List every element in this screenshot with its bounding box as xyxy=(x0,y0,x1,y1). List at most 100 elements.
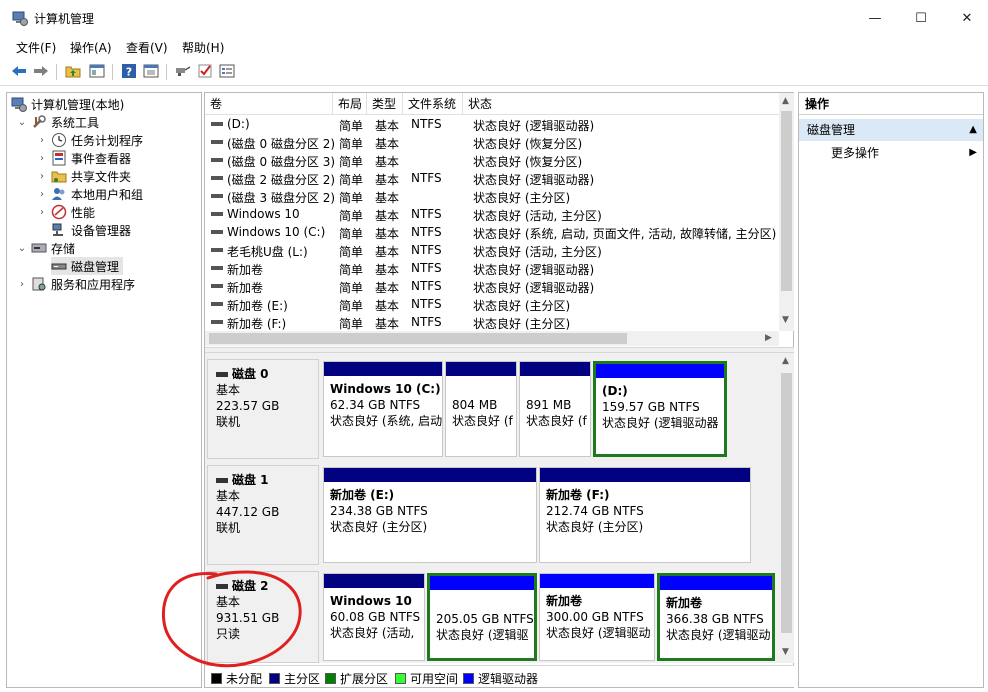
collapse-up-icon[interactable]: ▲ xyxy=(969,119,977,141)
tree-item-storage[interactable]: ⌄ 存储 xyxy=(17,239,75,257)
volume-row[interactable]: Windows 10 简单 基本 NTFS 状态良好 (活动, 主分区) xyxy=(205,205,779,223)
help-icon[interactable]: ? xyxy=(120,62,138,80)
volume-status: 状态良好 (恢复分区) xyxy=(473,155,583,169)
column-header-status[interactable]: 状态 xyxy=(463,93,779,115)
chevron-right-icon[interactable]: › xyxy=(17,279,27,290)
partition-name xyxy=(526,381,584,397)
legend-item: 逻辑驱动器 xyxy=(463,670,538,687)
partition-block[interactable]: 891 MB 状态良好 (f xyxy=(519,361,591,457)
partition-block[interactable]: 新加卷 366.38 GB NTFS 状态良好 (逻辑驱动 xyxy=(657,573,775,661)
partition-block[interactable]: 新加卷 300.00 GB NTFS 状态良好 (逻辑驱动 xyxy=(539,573,655,661)
partition-name: 新加卷 xyxy=(666,596,703,610)
tree-item-disk-management[interactable]: 磁盘管理 xyxy=(51,257,124,275)
tree-label: 本地用户和组 xyxy=(71,187,144,202)
menu-action[interactable]: 操作(A) xyxy=(70,39,112,56)
check-icon[interactable] xyxy=(196,62,214,80)
disk-label[interactable]: 磁盘 1 基本 447.12 GB 联机 xyxy=(207,465,319,565)
tree-item-task-scheduler[interactable]: › 任务计划程序 xyxy=(37,131,143,149)
volume-row[interactable]: (磁盘 0 磁盘分区 3) 简单 基本 状态良好 (恢复分区) xyxy=(205,151,779,169)
volume-row[interactable]: 新加卷 (E:) 简单 基本 NTFS 状态良好 (主分区) xyxy=(205,295,779,313)
tree-item-local-users[interactable]: › 本地用户和组 xyxy=(37,185,143,203)
connect-icon[interactable] xyxy=(174,62,192,80)
legend-item: 主分区 xyxy=(269,670,320,687)
tree-item-performance[interactable]: › 性能 xyxy=(37,203,95,221)
chevron-right-icon[interactable]: › xyxy=(37,135,47,146)
scroll-down-arrow-icon[interactable]: ▼ xyxy=(782,647,789,657)
tree-item-device-manager[interactable]: 设备管理器 xyxy=(51,221,131,239)
up-folder-icon[interactable] xyxy=(64,62,82,80)
event-viewer-icon xyxy=(51,150,67,166)
tree-item-event-viewer[interactable]: › 事件查看器 xyxy=(37,149,131,167)
volume-row[interactable]: (磁盘 0 磁盘分区 2) 简单 基本 状态良好 (恢复分区) xyxy=(205,133,779,151)
volume-status: 状态良好 (主分区) xyxy=(473,191,571,205)
partition-type-bar xyxy=(324,362,442,376)
volume-status: 状态良好 (活动, 主分区) xyxy=(473,209,602,223)
scroll-up-arrow-icon[interactable]: ▲ xyxy=(782,96,789,106)
menu-bar: 文件(F) 操作(A) 查看(V) 帮助(H) xyxy=(0,36,988,58)
partition-block[interactable]: 新加卷 (F:) 212.74 GB NTFS 状态良好 (主分区) xyxy=(539,467,751,563)
scrollbar-thumb[interactable] xyxy=(781,111,792,291)
volume-row[interactable]: (磁盘 2 磁盘分区 2) 简单 基本 NTFS 状态良好 (逻辑驱动器) xyxy=(205,169,779,187)
menu-view[interactable]: 查看(V) xyxy=(126,39,168,56)
volume-row[interactable]: 新加卷 (F:) 简单 基本 NTFS 状态良好 (主分区) xyxy=(205,313,779,331)
scroll-down-arrow-icon[interactable]: ▼ xyxy=(782,315,789,325)
volume-row[interactable]: 新加卷 简单 基本 NTFS 状态良好 (逻辑驱动器) xyxy=(205,277,779,295)
actions-section-label: 磁盘管理 xyxy=(807,123,856,137)
disk-label[interactable]: 磁盘 2 基本 931.51 GB 只读 xyxy=(207,571,319,663)
properties-icon[interactable] xyxy=(142,62,160,80)
chevron-right-icon[interactable]: › xyxy=(37,153,47,164)
tree-item-root[interactable]: 计算机管理(本地) xyxy=(11,95,124,113)
partition-block[interactable]: 205.05 GB NTFS 状态良好 (逻辑驱 xyxy=(427,573,537,661)
scroll-right-arrow-icon[interactable]: ▶ xyxy=(765,333,772,343)
volume-row[interactable]: (D:) 简单 基本 NTFS 状态良好 (逻辑驱动器) xyxy=(205,115,779,133)
column-header-layout[interactable]: 布局 xyxy=(333,93,367,115)
disk-view-vertical-scrollbar[interactable]: ▲ ▼ xyxy=(779,353,794,663)
chevron-down-icon[interactable]: ⌄ xyxy=(17,117,27,128)
chevron-right-icon[interactable]: › xyxy=(37,171,47,182)
volume-list-horizontal-scrollbar[interactable]: ▶ xyxy=(205,331,779,346)
back-arrow-icon[interactable] xyxy=(10,62,28,80)
forward-arrow-icon[interactable] xyxy=(32,62,50,80)
maximize-button[interactable]: ☐ xyxy=(898,0,944,36)
more-actions-item[interactable]: 更多操作 ▶ xyxy=(799,143,983,163)
column-header-type[interactable]: 类型 xyxy=(367,93,403,115)
scroll-up-arrow-icon[interactable]: ▲ xyxy=(782,356,789,366)
column-header-filesystem[interactable]: 文件系统 xyxy=(403,93,463,115)
minimize-button[interactable]: — xyxy=(852,0,898,36)
scrollbar-thumb[interactable] xyxy=(781,373,792,633)
tree-item-services[interactable]: › 服务和应用程序 xyxy=(17,275,135,293)
volume-row[interactable]: (磁盘 3 磁盘分区 2) 简单 基本 状态良好 (主分区) xyxy=(205,187,779,205)
volume-row[interactable]: 老毛桃U盘 (L:) 简单 基本 NTFS 状态良好 (活动, 主分区) xyxy=(205,241,779,259)
actions-section-disk-management[interactable]: 磁盘管理 ▲ xyxy=(799,119,983,141)
volume-layout: 简单 xyxy=(339,191,364,205)
close-button[interactable]: ✕ xyxy=(944,0,988,36)
volume-list-vertical-scrollbar[interactable]: ▲ ▼ xyxy=(779,93,794,331)
disk-size: 447.12 GB xyxy=(216,505,280,519)
volume-icon xyxy=(211,266,223,270)
partition-size: 366.38 GB NTFS xyxy=(666,612,764,626)
tree-item-system-tools[interactable]: ⌄ 系统工具 xyxy=(17,113,99,131)
scrollbar-thumb[interactable] xyxy=(209,333,627,344)
disk-type: 基本 xyxy=(216,595,241,609)
tree-label: 存储 xyxy=(51,241,76,256)
volume-row[interactable]: 新加卷 简单 基本 NTFS 状态良好 (逻辑驱动器) xyxy=(205,259,779,277)
partition-block[interactable]: 新加卷 (E:) 234.38 GB NTFS 状态良好 (主分区) xyxy=(323,467,537,563)
menu-file[interactable]: 文件(F) xyxy=(16,39,56,56)
volume-filesystem: NTFS xyxy=(411,279,442,293)
partition-block[interactable]: 804 MB 状态良好 (f xyxy=(445,361,517,457)
title-bar: 计算机管理 — ☐ ✕ xyxy=(0,0,988,36)
show-hide-tree-icon[interactable] xyxy=(88,62,106,80)
menu-help[interactable]: 帮助(H) xyxy=(182,39,224,56)
tree-item-shared-folders[interactable]: › 共享文件夹 xyxy=(37,167,131,185)
chevron-down-icon[interactable]: ⌄ xyxy=(17,243,27,254)
chevron-right-icon[interactable]: › xyxy=(37,189,47,200)
column-header-volume[interactable]: 卷 xyxy=(205,93,333,115)
tree-label: 事件查看器 xyxy=(71,151,132,166)
partition-block[interactable]: Windows 10 60.08 GB NTFS 状态良好 (活动, xyxy=(323,573,425,661)
volume-row[interactable]: Windows 10 (C:) 简单 基本 NTFS 状态良好 (系统, 启动, 页面文… xyxy=(205,223,779,241)
partition-block[interactable]: Windows 10 (C:) 62.34 GB NTFS 状态良好 (系统, 启动 xyxy=(323,361,443,457)
disk-label[interactable]: 磁盘 0 基本 223.57 GB 联机 xyxy=(207,359,319,459)
chevron-right-icon[interactable]: › xyxy=(37,207,47,218)
partition-block[interactable]: (D:) 159.57 GB NTFS 状态良好 (逻辑驱动器 xyxy=(593,361,727,457)
list-icon[interactable] xyxy=(218,62,236,80)
